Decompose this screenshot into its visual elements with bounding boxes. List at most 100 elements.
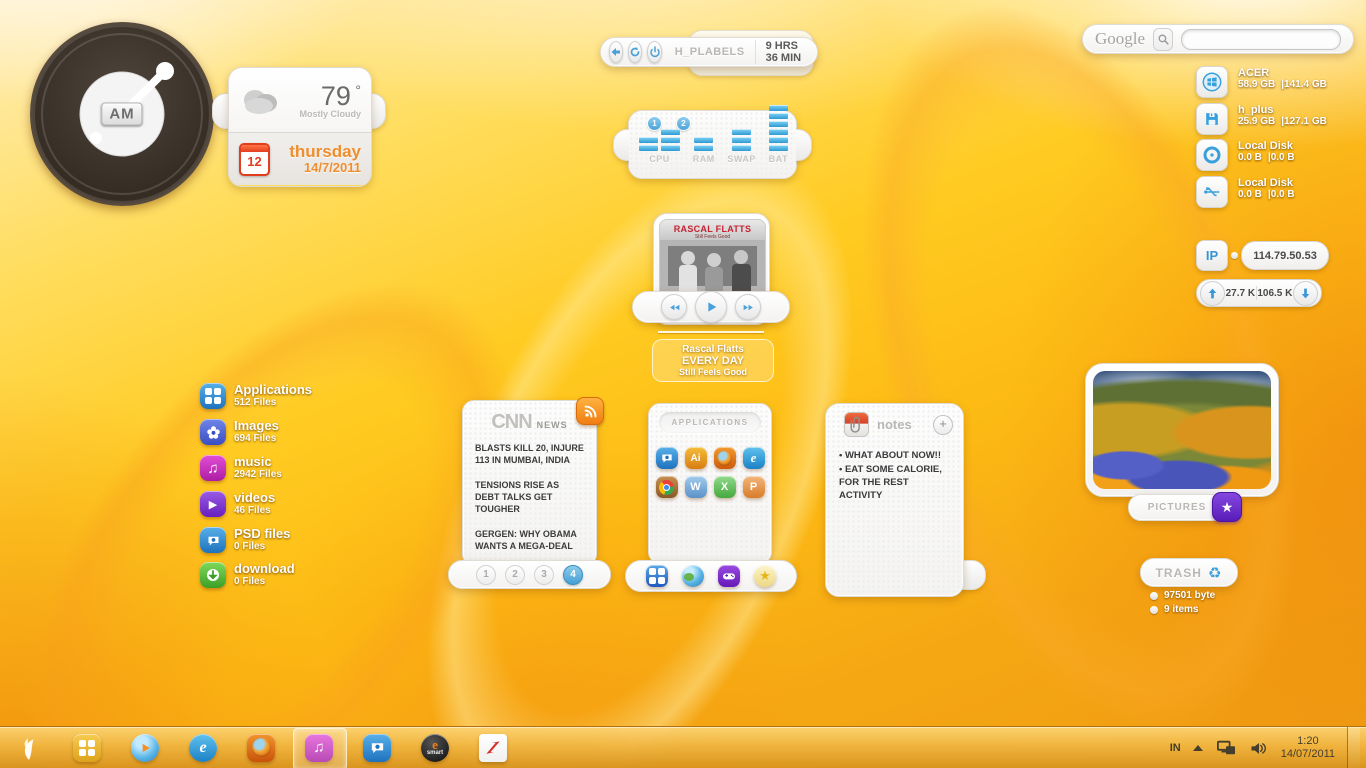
back-button[interactable]	[609, 41, 623, 63]
page-button-1[interactable]: 1	[476, 565, 496, 585]
hidden-icons-arrow[interactable]	[1193, 745, 1203, 751]
search-button[interactable]	[1153, 28, 1173, 51]
drive-free: 25.9 GB	[1238, 116, 1275, 127]
network-traffic-widget: 27.7 K 106.5 K	[1196, 279, 1322, 307]
messenger-app-icon[interactable]	[656, 447, 678, 469]
drive-item-acer[interactable]: ACER 58.9 GB|141.4 GB	[1196, 66, 1327, 98]
taskbar-launcher-button[interactable]	[72, 733, 102, 763]
games-category-icon[interactable]	[718, 565, 740, 587]
ram-label: RAM	[693, 154, 715, 164]
illustrator-app-icon[interactable]: Ai	[685, 447, 707, 469]
show-desktop-button[interactable]	[1347, 727, 1360, 768]
applications-folder-icon	[200, 383, 226, 409]
weekday-label: thursday	[289, 144, 361, 160]
taskbar-firefox-button[interactable]	[246, 733, 276, 763]
images-folder-icon	[200, 419, 226, 445]
album-title: Still Feels Good	[655, 367, 771, 377]
volume-tray-icon[interactable]	[1249, 739, 1269, 757]
artist-name: Rascal Flatts	[655, 344, 771, 355]
drive-item-usb[interactable]: Local Disk 0.0 B|0.0 B	[1196, 176, 1295, 208]
pictures-star-icon[interactable]: ★	[1212, 492, 1242, 522]
folder-name: download	[234, 562, 295, 576]
next-icon	[742, 301, 755, 314]
floppy-drive-icon	[1196, 103, 1228, 135]
rss-icon[interactable]	[576, 397, 604, 425]
network-tray-icon[interactable]	[1215, 739, 1237, 757]
leaf-start-icon	[16, 734, 42, 762]
smart-e-glyph: e	[432, 739, 438, 750]
firefox-app-icon[interactable]	[714, 447, 736, 469]
track-title: EVERY DAY	[655, 355, 771, 367]
next-track-button[interactable]	[735, 294, 761, 320]
tray-clock[interactable]: 1:20 14/07/2011	[1281, 735, 1335, 761]
start-button[interactable]	[14, 733, 44, 763]
folder-item-images[interactable]: Images 694 Files	[200, 419, 279, 445]
trash-label: TRASH	[1156, 566, 1202, 580]
calendar-icon: 12	[239, 143, 270, 176]
taskbar-music-button-active[interactable]: ♫	[304, 733, 334, 763]
headline[interactable]: GERGEN: WHY OBAMA WANTS A MEGA-DEAL	[475, 528, 584, 552]
taskbar-internet-explorer-button[interactable]: e	[188, 733, 218, 763]
taskbar-smart-browser-button[interactable]: e smart	[420, 733, 450, 763]
battery-bar	[769, 105, 788, 151]
cpu-meter: CPU	[639, 129, 680, 164]
trash-button[interactable]: TRASH ♻	[1140, 558, 1238, 587]
drive-total: |0.0 B	[1268, 152, 1295, 163]
play-button[interactable]	[695, 291, 727, 323]
cpu-core2-bar	[661, 129, 680, 151]
internet-category-icon[interactable]	[682, 565, 704, 587]
refresh-button[interactable]	[628, 41, 642, 63]
drive-name: Local Disk	[1238, 140, 1295, 152]
taskbar-messenger-button[interactable]	[362, 733, 392, 763]
folder-item-music[interactable]: ♫ music 2942 Files	[200, 455, 282, 481]
folder-item-videos[interactable]: ▶ videos 46 Files	[200, 491, 275, 517]
chrome-app-icon[interactable]	[656, 476, 678, 498]
trash-size: 97501 byte	[1164, 590, 1215, 601]
word-app-icon[interactable]: W	[685, 476, 707, 498]
launcher-title-button[interactable]: APPLICATIONS	[659, 412, 761, 433]
disc-drive-icon	[1196, 139, 1228, 171]
page-button-2[interactable]: 2	[505, 565, 525, 585]
folder-name: PSD files	[234, 527, 290, 541]
internet-explorer-app-icon[interactable]: e	[743, 447, 765, 469]
bullet-dot	[1150, 592, 1158, 600]
system-tray: IN 1:20 14/07/2011	[1170, 727, 1366, 768]
headline[interactable]: BLASTS KILL 20, INJURE 113 IN MUMBAI, IN…	[475, 442, 584, 466]
folder-item-applications[interactable]: Applications 512 Files	[200, 383, 312, 409]
drive-item-disc[interactable]: Local Disk 0.0 B|0.0 B	[1196, 139, 1295, 171]
player-progress-bar[interactable]	[658, 331, 764, 333]
folder-item-download[interactable]: download 0 Files	[200, 562, 295, 588]
folder-count: 0 Files	[234, 576, 295, 587]
applications-launcher-widget: APPLICATIONS Ai e W X P	[648, 403, 772, 564]
computer-name: H_PLABELS	[675, 46, 745, 58]
add-note-button[interactable]: +	[933, 415, 953, 435]
google-search-widget: Google	[1082, 24, 1354, 54]
landscape-photo[interactable]	[1093, 371, 1271, 489]
ip-address: 114.79.50.53	[1241, 241, 1329, 270]
language-indicator[interactable]: IN	[1170, 742, 1181, 754]
download-arrow-icon	[1293, 281, 1318, 306]
red-logo-icon	[483, 738, 503, 758]
news-label: NEWS	[537, 420, 568, 430]
swap-meter: SWAP	[727, 129, 756, 164]
cpu-label: CPU	[649, 154, 670, 164]
excel-app-icon[interactable]: X	[714, 476, 736, 498]
cpu-core1-bar	[639, 137, 658, 151]
favorites-category-icon[interactable]: ★	[754, 565, 776, 587]
page-button-4-active[interactable]: 4	[563, 565, 583, 585]
power-button[interactable]	[647, 41, 661, 63]
apps-category-icon[interactable]	[646, 565, 668, 587]
drive-name: h_plus	[1238, 104, 1327, 116]
drive-item-hplus[interactable]: h_plus 25.9 GB|127.1 GB	[1196, 103, 1327, 135]
taskbar-red-app-button[interactable]	[478, 733, 508, 763]
previous-track-button[interactable]	[661, 294, 687, 320]
folder-item-psd[interactable]: PSD files 0 Files	[200, 527, 290, 553]
headline[interactable]: TENSIONS RISE AS DEBT TALKS GET TOUGHER	[475, 479, 584, 515]
powerpoint-app-icon[interactable]: P	[743, 476, 765, 498]
page-button-3[interactable]: 3	[534, 565, 554, 585]
date-label: 14/7/2011	[289, 160, 361, 175]
folder-count: 46 Files	[234, 505, 275, 516]
desktop: AM 79 ° Mostly Cloudy 12	[0, 0, 1366, 768]
search-input[interactable]	[1181, 29, 1341, 50]
taskbar-media-player-button[interactable]	[130, 733, 160, 763]
